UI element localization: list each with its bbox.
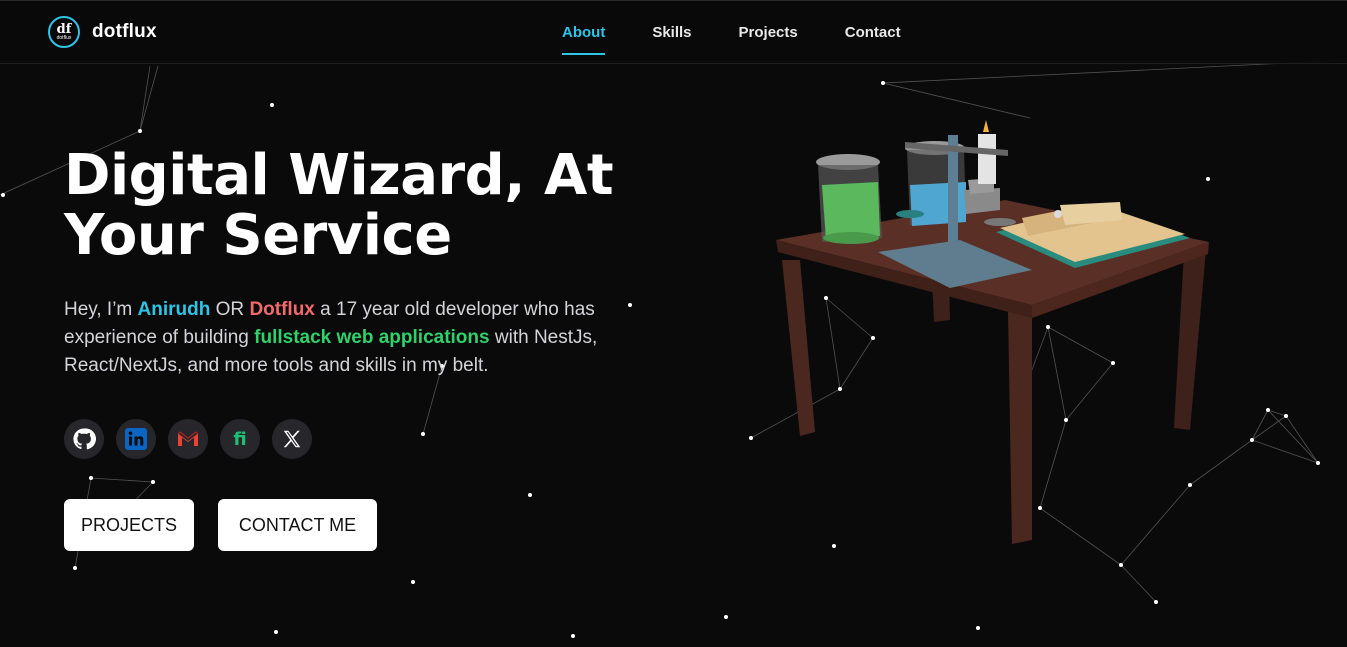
hero-intro: Hey, I’m Anirudh OR Dotflux a 17 year ol… bbox=[64, 296, 634, 380]
navbar: df dotflux dotflux About Skills Projects… bbox=[0, 0, 1347, 64]
skill-highlight: fullstack web applications bbox=[254, 327, 490, 348]
fiverr-icon: fi bbox=[233, 429, 246, 450]
brand-name[interactable]: dotflux bbox=[92, 21, 157, 43]
logo-icon[interactable]: df dotflux bbox=[48, 16, 80, 48]
intro-or: OR bbox=[210, 299, 250, 320]
name-highlight: Anirudh bbox=[137, 299, 211, 320]
brand[interactable]: df dotflux dotflux bbox=[48, 16, 157, 48]
contact-button[interactable]: CONTACT ME bbox=[218, 499, 377, 551]
intro-pre: Hey, I’m bbox=[64, 299, 138, 320]
x-link[interactable] bbox=[272, 419, 312, 459]
gmail-link[interactable] bbox=[168, 419, 208, 459]
logo-subtext: dotflux bbox=[56, 34, 72, 41]
nav-skills[interactable]: Skills bbox=[652, 1, 691, 63]
page: df dotflux dotflux About Skills Projects… bbox=[0, 0, 1347, 647]
alias-highlight: Dotflux bbox=[249, 299, 315, 320]
nav-projects[interactable]: Projects bbox=[739, 1, 798, 63]
projects-button[interactable]: PROJECTS bbox=[64, 499, 194, 551]
hero-title-line2: Your Service bbox=[64, 203, 452, 268]
linkedin-icon bbox=[125, 428, 147, 450]
fiverr-link[interactable]: fi bbox=[220, 419, 260, 459]
main-nav: About Skills Projects Contact bbox=[562, 1, 948, 63]
nav-contact[interactable]: Contact bbox=[845, 1, 901, 63]
linkedin-link[interactable] bbox=[116, 419, 156, 459]
social-links: fi bbox=[64, 419, 312, 459]
hero-title: Digital Wizard, At Your Service bbox=[64, 146, 684, 266]
nav-about[interactable]: About bbox=[562, 1, 606, 63]
github-link[interactable] bbox=[64, 419, 104, 459]
svg-text:fi: fi bbox=[233, 429, 246, 450]
github-icon bbox=[73, 428, 96, 450]
gmail-icon bbox=[177, 431, 199, 446]
logo-glyph: df bbox=[56, 21, 72, 37]
alchemy-table-illustration bbox=[776, 120, 1209, 544]
x-icon bbox=[283, 430, 301, 448]
hero-title-line1: Digital Wizard, At bbox=[64, 143, 614, 208]
